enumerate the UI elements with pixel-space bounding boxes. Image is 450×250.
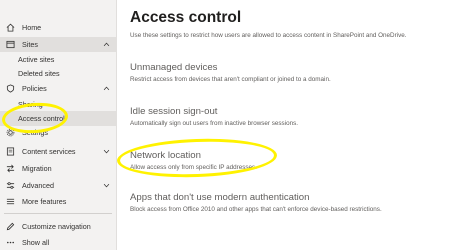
nav-policies[interactable]: Policies (0, 81, 116, 96)
nav-sites[interactable]: Sites (0, 37, 116, 52)
nav-more-features[interactable]: More features (0, 194, 116, 209)
home-icon (4, 22, 16, 34)
chevron-down-icon[interactable] (101, 181, 111, 191)
nav-sharing-label: Sharing (18, 100, 43, 109)
setting-title[interactable]: Idle session sign-out (130, 106, 440, 117)
setting-description: Automatically sign out users from inacti… (130, 120, 298, 127)
unmanaged-devices-setting[interactable]: Unmanaged devices Restrict access from d… (130, 62, 440, 83)
nav-more-features-label: More features (22, 197, 67, 206)
nav-sites-label: Sites (22, 40, 38, 49)
ellipsis-icon (4, 237, 16, 249)
migration-icon (4, 163, 16, 175)
page-description: Use these settings to restrict how users… (130, 32, 407, 39)
nav-settings-label: Settings (22, 128, 48, 137)
more-features-icon (4, 196, 16, 208)
nav-content-services-label: Content services (22, 147, 76, 156)
nav-deleted-sites[interactable]: Deleted sites (0, 66, 116, 81)
chevron-down-icon[interactable] (101, 147, 111, 157)
nav-access-control[interactable]: Access control (0, 111, 116, 126)
nav-show-all[interactable]: Show all (0, 235, 116, 250)
nav-home-label: Home (22, 23, 42, 32)
nav-settings[interactable]: Settings (0, 125, 116, 140)
left-navigation: Home Sites Active sites Deleted sites Po… (0, 0, 117, 250)
pencil-icon (4, 221, 16, 233)
nav-show-all-label: Show all (22, 238, 50, 247)
nav-policies-label: Policies (22, 84, 47, 93)
nav-active-sites-label: Active sites (18, 55, 55, 64)
sidebar-divider (4, 213, 112, 214)
chevron-up-icon[interactable] (101, 84, 111, 94)
nav-content-services[interactable]: Content services (0, 144, 116, 159)
setting-title[interactable]: Network location (130, 150, 440, 161)
nav-customize-navigation-label: Customize navigation (22, 222, 91, 231)
nav-migration[interactable]: Migration (0, 161, 116, 176)
nav-advanced-label: Advanced (22, 181, 54, 190)
settings-icon (4, 127, 16, 139)
nav-active-sites[interactable]: Active sites (0, 52, 116, 67)
nav-migration-label: Migration (22, 164, 52, 173)
nav-customize-navigation[interactable]: Customize navigation (0, 219, 116, 234)
policies-icon (4, 83, 16, 95)
apps-without-modern-auth-setting[interactable]: Apps that don't use modern authenticatio… (130, 192, 440, 213)
nav-sharing[interactable]: Sharing (0, 97, 116, 112)
setting-title[interactable]: Apps that don't use modern authenticatio… (130, 192, 440, 203)
nav-access-control-label: Access control (18, 114, 65, 123)
sites-icon (4, 39, 16, 51)
nav-advanced[interactable]: Advanced (0, 178, 116, 193)
nav-deleted-sites-label: Deleted sites (18, 69, 60, 78)
content-services-icon (4, 146, 16, 158)
setting-description: Restrict access from devices that aren't… (130, 76, 331, 83)
chevron-up-icon[interactable] (101, 40, 111, 50)
page-title: Access control (130, 9, 242, 26)
idle-session-sign-out-setting[interactable]: Idle session sign-out Automatically sign… (130, 106, 440, 127)
nav-home[interactable]: Home (0, 20, 116, 35)
network-location-setting[interactable]: Network location Allow access only from … (130, 150, 440, 171)
setting-title[interactable]: Unmanaged devices (130, 62, 440, 73)
setting-description: Block access from Office 2010 and other … (130, 206, 382, 213)
advanced-icon (4, 180, 16, 192)
setting-description: Allow access only from specific IP addre… (130, 164, 257, 171)
